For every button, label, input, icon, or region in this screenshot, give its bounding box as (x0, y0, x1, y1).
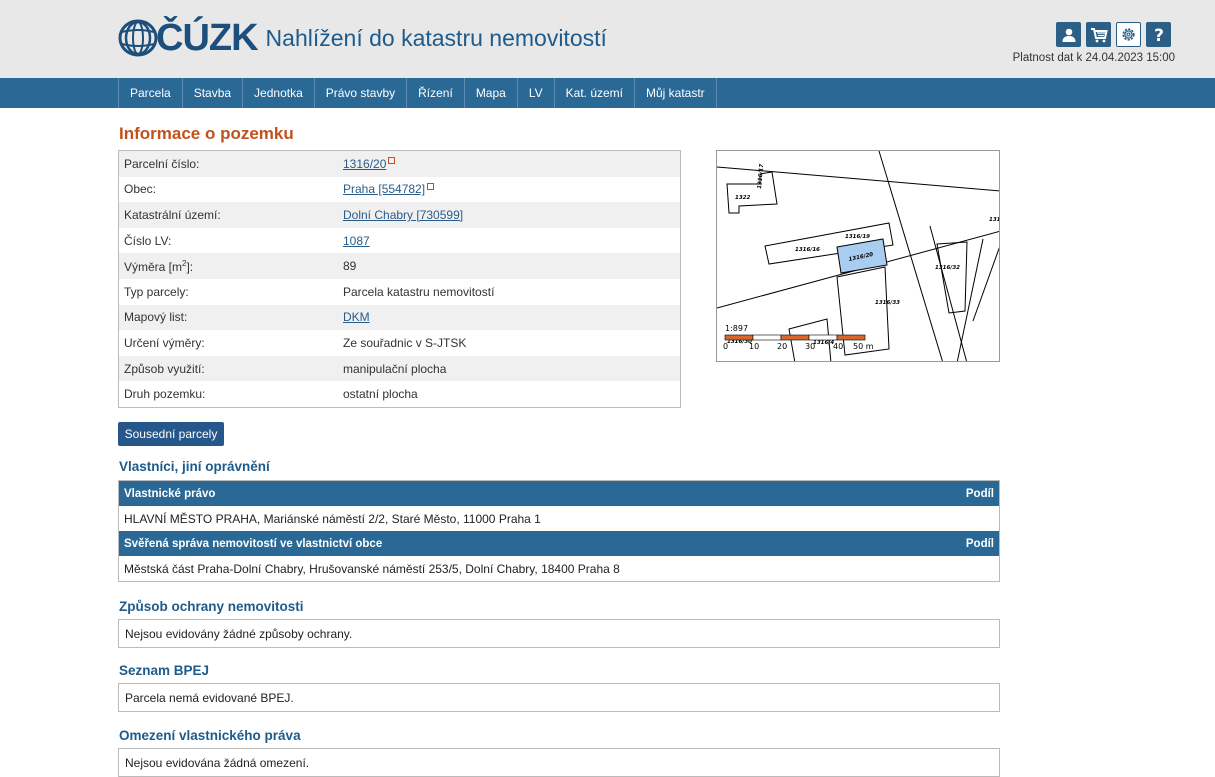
usage-value: manipulační plocha (343, 361, 447, 376)
area-value: 89 (343, 259, 357, 274)
nav-item-rizeni[interactable]: Řízení (406, 78, 464, 108)
app-title: Nahlížení do katastru nemovitostí (265, 25, 607, 51)
parcel-type-value: Parcela katastru nemovitostí (343, 284, 495, 299)
owner-group-header: Vlastnické právo Podíl (119, 481, 999, 506)
owner-group-title: Svěřená správa nemovitostí ve vlastnictv… (124, 537, 383, 550)
info-label: Výměra [m2]: (124, 258, 194, 274)
header-toolbar: ? (1056, 22, 1171, 47)
external-link-icon[interactable] (427, 182, 435, 190)
restrictions-heading: Omezení vlastnického práva (119, 728, 301, 743)
app-header: ČÚZK Nahlížení do katastru nemovitostí ?… (0, 0, 1215, 78)
nav-item-stavba[interactable]: Stavba (181, 78, 242, 108)
protection-box: Nejsou evidovány žádné způsoby ochrany. (118, 619, 1000, 648)
cuzk-logo[interactable]: ČÚZK Nahlížení do katastru nemovitostí (118, 18, 607, 58)
map-scale-tick: 50 m (853, 342, 874, 351)
map-parcel-label: 1316/16 (795, 247, 820, 253)
bpej-heading: Seznam BPEJ (119, 663, 210, 678)
map-parcel-label: 1316/32 (935, 265, 960, 271)
nav-item-lv[interactable]: LV (516, 78, 554, 108)
map-scale-tick: 0 (723, 342, 728, 351)
info-label: Typ parcely: (124, 284, 189, 299)
map-parcel-label: 131 (989, 217, 1000, 223)
info-row-parcel-type: Typ parcely: Parcela katastru nemovitost… (119, 278, 680, 305)
share-column-label: Podíl (965, 487, 994, 500)
info-row-cadastral-area: Katastrální území: Dolní Chabry [730599] (119, 202, 680, 228)
neighbor-parcels-button[interactable]: Sousední parcely (118, 422, 224, 446)
help-icon[interactable]: ? (1146, 22, 1171, 47)
parcel-map[interactable]: 1322 1316/17 1316/16 1316/19 1316/20 131… (716, 150, 1000, 362)
lv-number-link[interactable]: 1087 (343, 234, 370, 248)
info-row-area-method: Určení výměry: Ze souřadnic v S-JTSK (119, 330, 680, 356)
nav-item-mapa[interactable]: Mapa (463, 78, 517, 108)
cuzk-emblem-icon (118, 18, 158, 58)
parcel-info-table: Parcelní číslo: 1316/20 Obec: Praha [554… (118, 150, 681, 408)
info-label: Mapový list: (124, 310, 188, 325)
map-scale-tick: 10 (749, 342, 759, 351)
info-row-usage: Způsob využití: manipulační plocha (119, 355, 680, 382)
owner-row: HLAVNÍ MĚSTO PRAHA, Mariánské náměstí 2/… (119, 506, 999, 531)
main-nav: Parcela Stavba Jednotka Právo stavby Říz… (0, 78, 1215, 108)
info-label: Číslo LV: (124, 233, 172, 248)
info-label: Obec: (124, 182, 157, 197)
cadastral-area-link[interactable]: Dolní Chabry [730599] (343, 208, 463, 222)
info-label: Parcelní číslo: (124, 156, 200, 171)
info-label: Katastrální území: (124, 207, 221, 222)
logo-wordmark: ČÚZK (156, 17, 259, 59)
external-link-icon[interactable] (388, 157, 396, 165)
parcel-number-link[interactable]: 1316/20 (343, 157, 386, 171)
map-parcel-label: 1322 (735, 195, 750, 201)
map-scalebar (724, 334, 866, 341)
share-column-label: Podíl (965, 537, 994, 550)
info-label: Druh pozemku: (124, 387, 206, 402)
info-row-area: Výměra [m2]: 89 (119, 253, 680, 279)
map-scale-tick: 20 (777, 342, 787, 351)
owners-heading: Vlastníci, jiní oprávnění (119, 459, 270, 474)
owner-group-header: Svěřená správa nemovitostí ve vlastnictv… (119, 531, 999, 556)
map-scale-tick: 40 (833, 342, 843, 351)
nav-item-pravo-stavby[interactable]: Právo stavby (313, 78, 406, 108)
data-validity-text: Platnost dat k 24.04.2023 15:00 (1012, 52, 1175, 64)
protection-heading: Způsob ochrany nemovitosti (119, 599, 304, 614)
svg-text:?: ? (1154, 26, 1164, 44)
gear-icon[interactable] (1116, 22, 1141, 47)
municipality-link[interactable]: Praha [554782] (343, 182, 425, 196)
map-parcel-label: 1316/4 (813, 340, 834, 346)
map-scale-tick: 30 (805, 342, 815, 351)
cart-icon[interactable] (1086, 22, 1111, 47)
owners-table: Vlastnické právo Podíl HLAVNÍ MĚSTO PRAH… (118, 480, 1000, 582)
info-row-lv-number: Číslo LV: 1087 (119, 227, 680, 254)
nav-item-parcela[interactable]: Parcela (118, 78, 182, 108)
info-label: Způsob využití: (124, 361, 205, 376)
info-row-map-sheet: Mapový list: DKM (119, 304, 680, 331)
nav-item-kat-uzemi[interactable]: Kat. území (553, 78, 634, 108)
owner-group-title: Vlastnické právo (124, 487, 216, 500)
map-sheet-link[interactable]: DKM (343, 310, 370, 324)
nav-item-muj-katastr[interactable]: Můj katastr (634, 78, 717, 108)
info-row-parcel-number: Parcelní číslo: 1316/20 (119, 151, 680, 177)
map-scale-label: 1:897 (725, 324, 748, 333)
nav-item-jednotka[interactable]: Jednotka (242, 78, 314, 108)
owner-row: Městská část Praha-Dolní Chabry, Hrušova… (119, 556, 999, 581)
info-row-land-type: Druh pozemku: ostatní plocha (119, 381, 680, 407)
land-type-value: ostatní plocha (343, 387, 418, 402)
map-parcel-label: 1316/19 (845, 234, 870, 240)
map-parcel-label: 1316/17 (757, 164, 765, 190)
bpej-box: Parcela nemá evidované BPEJ. (118, 683, 1000, 712)
page-title: Informace o pozemku (119, 124, 294, 143)
info-row-municipality: Obec: Praha [554782] (119, 176, 680, 203)
user-icon[interactable] (1056, 22, 1081, 47)
restrictions-box: Nejsou evidována žádná omezení. (118, 748, 1000, 777)
map-parcel-label: 1316/33 (875, 300, 900, 306)
info-label: Určení výměry: (124, 335, 205, 350)
area-method-value: Ze souřadnic v S-JTSK (343, 335, 467, 350)
